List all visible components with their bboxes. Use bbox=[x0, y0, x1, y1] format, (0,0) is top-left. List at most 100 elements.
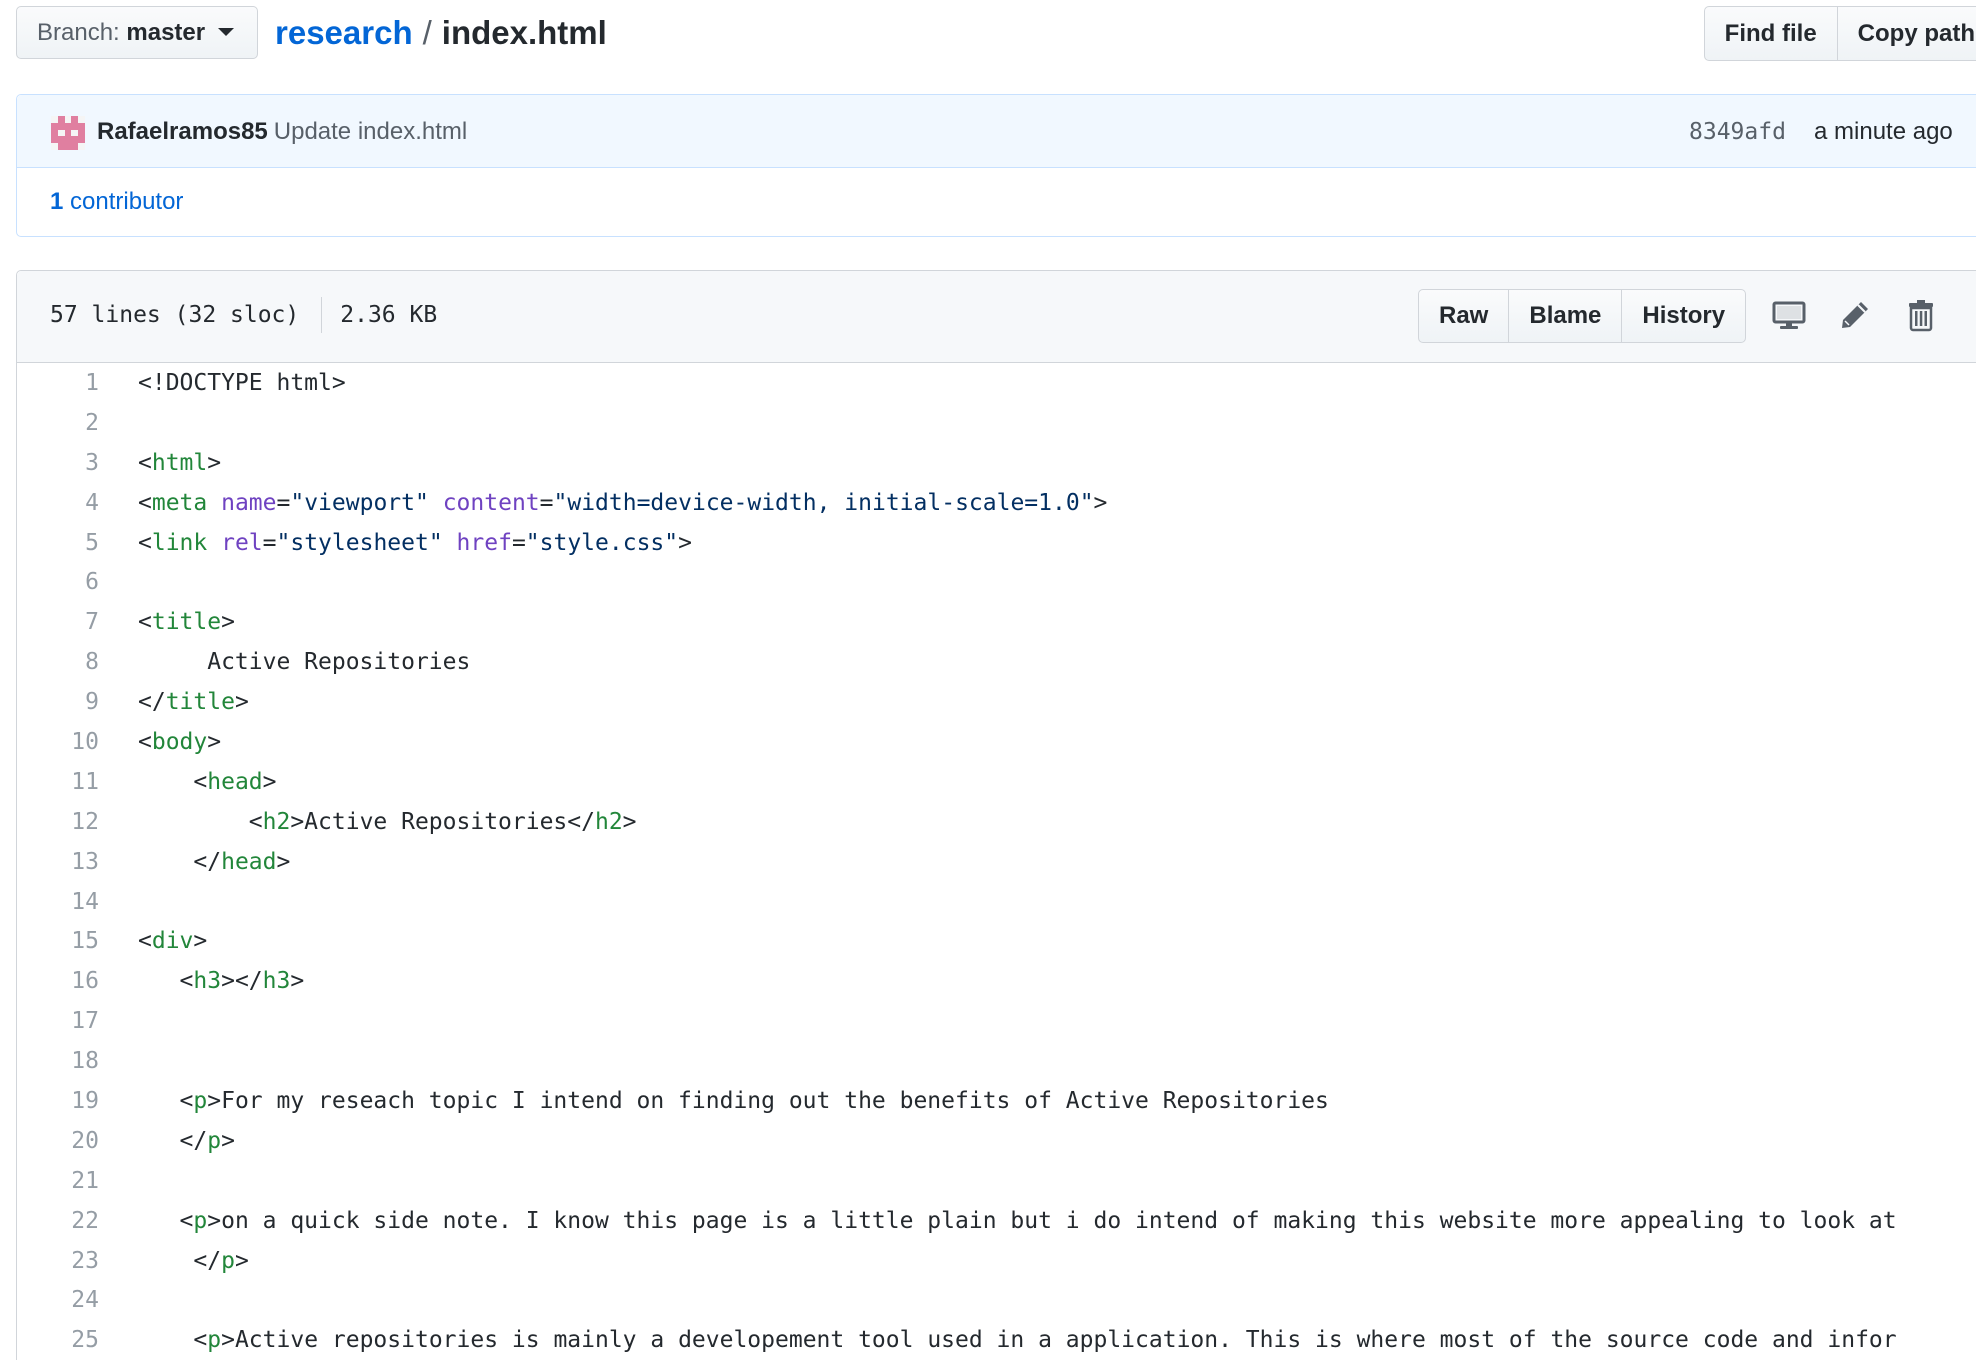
desktop-icon[interactable] bbox=[1771, 297, 1807, 333]
line-number[interactable]: 1 bbox=[17, 363, 99, 403]
contributors-row: 1 contributor bbox=[17, 168, 1976, 238]
code-token: < bbox=[138, 768, 208, 795]
code-token: h2 bbox=[262, 808, 291, 835]
branch-name: master bbox=[126, 19, 206, 46]
code-token: > bbox=[234, 1247, 249, 1274]
line-content: <head> bbox=[138, 762, 277, 802]
breadcrumb-repo-link[interactable]: research bbox=[275, 14, 413, 51]
line-number[interactable]: 8 bbox=[17, 642, 99, 682]
line-number[interactable]: 24 bbox=[17, 1280, 99, 1320]
code-line: 16 <h3></h3> bbox=[17, 961, 1976, 1001]
raw-button[interactable]: Raw bbox=[1418, 289, 1510, 343]
contributors-link[interactable]: 1 contributor bbox=[50, 184, 183, 220]
code-line: 18 bbox=[17, 1041, 1976, 1081]
line-number[interactable]: 18 bbox=[17, 1041, 99, 1081]
line-number[interactable]: 9 bbox=[17, 682, 99, 722]
code-token: > bbox=[276, 848, 291, 875]
code-token: < bbox=[138, 808, 263, 835]
avatar[interactable] bbox=[51, 116, 85, 150]
code-line: 15 <div> bbox=[17, 921, 1976, 961]
code-token: p bbox=[193, 1207, 208, 1234]
line-number[interactable]: 6 bbox=[17, 562, 99, 602]
line-content: <div> bbox=[138, 921, 207, 961]
file-button-group: Find file Copy path bbox=[1703, 6, 1976, 61]
file-actions: Raw Blame History bbox=[1418, 289, 1747, 343]
code-token: ></ bbox=[221, 968, 263, 995]
code-line: 11 <head> bbox=[17, 762, 1976, 802]
find-file-button[interactable]: Find file bbox=[1703, 6, 1838, 61]
code-token: < bbox=[138, 529, 152, 556]
code-token: html bbox=[151, 449, 208, 476]
code-token: body bbox=[151, 729, 208, 756]
code-token: "style.css" bbox=[525, 529, 679, 556]
breadcrumb-file-name: index.html bbox=[441, 14, 607, 51]
code-line: 7 <title> bbox=[17, 602, 1976, 642]
line-number[interactable]: 12 bbox=[17, 802, 99, 842]
pencil-icon[interactable] bbox=[1837, 297, 1873, 333]
line-number[interactable]: 11 bbox=[17, 762, 99, 802]
code-token: p bbox=[207, 1127, 222, 1154]
file-line-count: 57 lines (32 sloc) bbox=[50, 302, 300, 328]
file-info: 57 lines (32 sloc) 2.36 KB bbox=[50, 297, 437, 333]
code-line: 19 <p>For my reseach topic I intend on f… bbox=[17, 1081, 1976, 1121]
code-line: 8 Active Repositories bbox=[17, 642, 1976, 682]
line-number[interactable]: 5 bbox=[17, 523, 99, 563]
code-token: = bbox=[262, 529, 277, 556]
code-token: meta bbox=[151, 489, 208, 516]
line-number[interactable]: 21 bbox=[17, 1161, 99, 1201]
code-token: "width=device-width, initial-scale=1.0" bbox=[553, 489, 1094, 516]
line-number[interactable]: 3 bbox=[17, 443, 99, 483]
line-number[interactable]: 13 bbox=[17, 842, 99, 882]
code-token: href bbox=[456, 529, 512, 556]
branch-selector[interactable]: Branch: master bbox=[16, 6, 258, 59]
code-token: < bbox=[138, 489, 152, 516]
code-token: > bbox=[207, 449, 222, 476]
commit-tease: Rafaelramos85 Update index.html 8349afd a… bbox=[16, 94, 1976, 237]
copy-path-button[interactable]: Copy path bbox=[1837, 6, 1976, 61]
line-number[interactable]: 7 bbox=[17, 602, 99, 642]
commit-message-link[interactable]: Update index.html bbox=[274, 118, 467, 145]
code-token: >Active Repositories</ bbox=[290, 808, 595, 835]
line-content: </title> bbox=[138, 682, 249, 722]
code-token: "viewport" bbox=[290, 489, 429, 516]
code-token: link bbox=[151, 529, 208, 556]
line-number[interactable]: 14 bbox=[17, 882, 99, 922]
commit-author-link[interactable]: Rafaelramos85 bbox=[97, 118, 268, 145]
blame-button[interactable]: Blame bbox=[1509, 289, 1623, 343]
line-content: <p>on a quick side note. I know this pag… bbox=[138, 1201, 1897, 1241]
file-container: 57 lines (32 sloc) 2.36 KB Raw Blame His… bbox=[16, 270, 1976, 1360]
trash-icon[interactable] bbox=[1903, 297, 1939, 333]
code-token: > bbox=[678, 529, 692, 556]
code-token: name bbox=[221, 489, 277, 516]
code-token: = bbox=[539, 489, 554, 516]
line-content: <h2>Active Repositories</h2> bbox=[138, 802, 637, 842]
file-header: 57 lines (32 sloc) 2.36 KB Raw Blame His… bbox=[17, 271, 1976, 363]
code-line: 23 </p> bbox=[17, 1241, 1976, 1281]
line-content: Active Repositories bbox=[138, 642, 470, 682]
line-number[interactable]: 17 bbox=[17, 1001, 99, 1041]
commit-sha-link[interactable]: 8349afd bbox=[1689, 115, 1786, 149]
code-line: 12 <h2>Active Repositories</h2> bbox=[17, 802, 1976, 842]
line-number[interactable]: 20 bbox=[17, 1121, 99, 1161]
code-token: >on a quick side note. I know this page … bbox=[207, 1207, 1897, 1234]
code-token: > bbox=[262, 768, 277, 795]
code-token: h3 bbox=[262, 968, 291, 995]
line-number[interactable]: 19 bbox=[17, 1081, 99, 1121]
line-number[interactable]: 22 bbox=[17, 1201, 99, 1241]
line-number[interactable]: 16 bbox=[17, 961, 99, 1001]
line-number[interactable]: 10 bbox=[17, 722, 99, 762]
line-number[interactable]: 23 bbox=[17, 1241, 99, 1281]
history-button[interactable]: History bbox=[1622, 289, 1747, 343]
line-number[interactable]: 4 bbox=[17, 483, 99, 523]
line-number[interactable]: 25 bbox=[17, 1320, 99, 1360]
code-line: 24 bbox=[17, 1280, 1976, 1320]
line-number[interactable]: 2 bbox=[17, 403, 99, 443]
line-number[interactable]: 15 bbox=[17, 921, 99, 961]
code-token: < bbox=[138, 729, 152, 756]
code-token: > bbox=[1093, 489, 1108, 516]
code-token: < bbox=[138, 609, 152, 636]
code-line: 5 <link rel="stylesheet" href="style.css"… bbox=[17, 523, 1976, 563]
code-token: < bbox=[138, 1327, 208, 1354]
